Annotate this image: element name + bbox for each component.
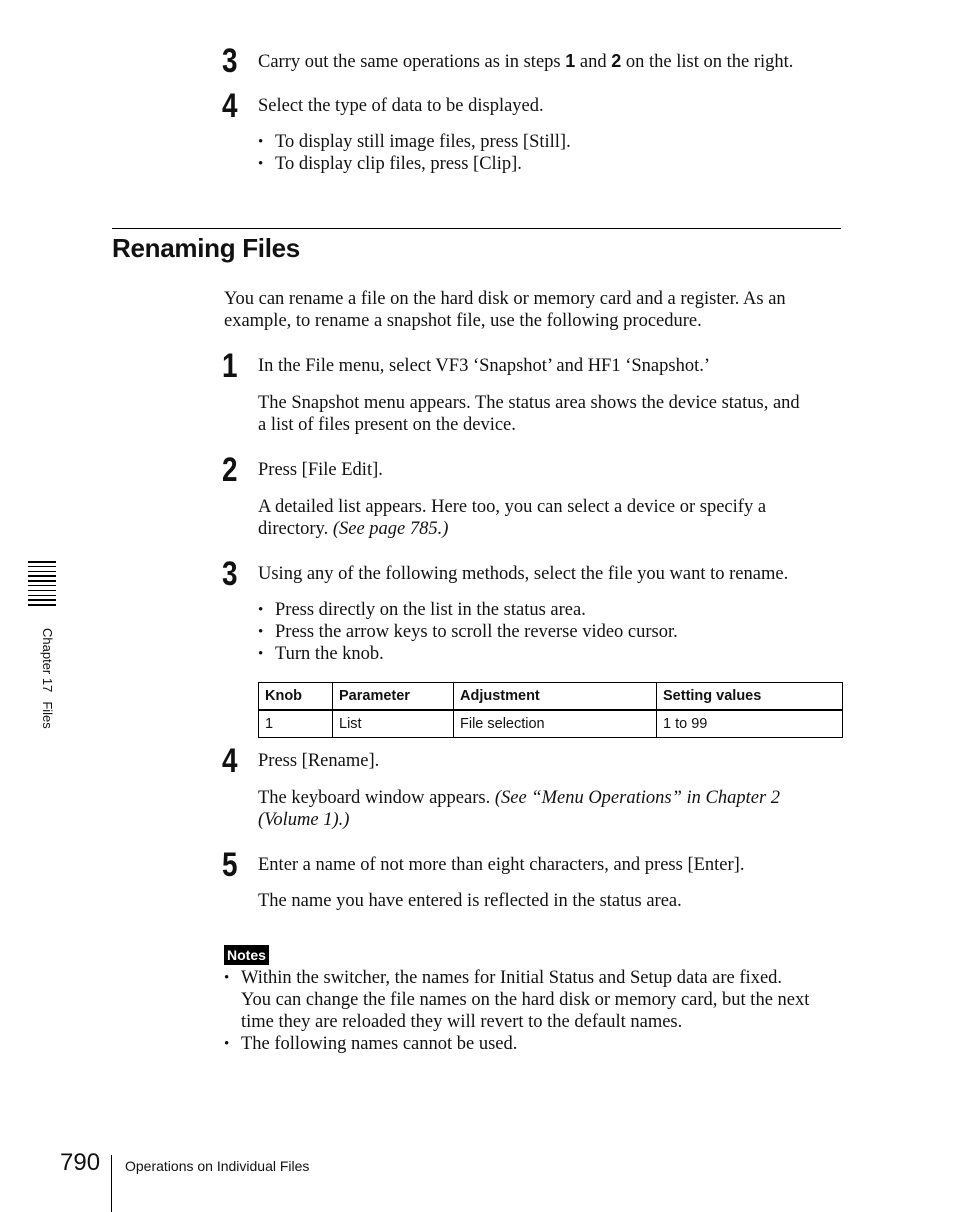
cross-reference: (See “Menu Operations” in Chapter 2 (494, 788, 781, 808)
step-1-detail: The Snapshot menu appears. The status ar… (258, 392, 848, 436)
cell-adjustment: File selection (453, 709, 657, 738)
step-2-detail: A detailed list appears. Here too, you c… (258, 496, 848, 540)
detail-line: directory. (See page 785.) (258, 518, 848, 540)
note-line: time they are reloaded they will revert … (241, 1012, 683, 1032)
detail-text: The keyboard window appears. (258, 788, 495, 808)
header-adjustment: Adjustment (453, 682, 657, 711)
step-text-part: on the list on the right. (621, 52, 794, 72)
detail-line: a list of files present on the device. (258, 415, 516, 435)
note-line: You can change the file names on the har… (241, 990, 810, 1010)
step-text: Using any of the following methods, sele… (258, 564, 789, 584)
intro-line: You can rename a file on the hard disk o… (224, 289, 786, 309)
chapter-thumb-index (28, 561, 56, 609)
table-header-row: Knob Parameter Adjustment Setting values (258, 682, 843, 711)
top-step-4-bullets: To display still image files, press [Sti… (258, 131, 571, 175)
bullet-item: To display still image files, press [Sti… (258, 131, 571, 153)
step-number: 3 (222, 555, 238, 593)
step-3-bullets: Press directly on the list in the status… (258, 599, 678, 665)
bullet-item: Turn the knob. (258, 643, 678, 665)
chapter-title: Files (40, 701, 55, 729)
chapter-number: Chapter 17 (40, 628, 55, 693)
step-number: 2 (222, 451, 238, 489)
step-text: Carry out the same operations as in step… (258, 50, 793, 73)
knob-table: Knob Parameter Adjustment Setting values… (258, 682, 843, 738)
step-number: 3 (222, 42, 238, 80)
detail-text: directory. (258, 519, 333, 539)
intro-line: example, to rename a snapshot file, use … (224, 311, 702, 331)
step-ref-2: 2 (611, 51, 622, 71)
footer-section-title: Operations on Individual Files (125, 1158, 310, 1174)
footer-divider (111, 1155, 112, 1212)
cell-setting-values: 1 to 99 (656, 709, 843, 738)
header-parameter: Parameter (332, 682, 454, 711)
step-5-detail: The name you have entered is reflected i… (258, 890, 848, 912)
notes-list: Within the switcher, the names for Initi… (224, 967, 844, 1055)
page-reference: (See page 785.) (332, 519, 449, 539)
bullet-item: To display clip files, press [Clip]. (258, 153, 571, 175)
step-text: Press [Rename]. (258, 751, 380, 771)
page-number: 790 (60, 1149, 101, 1176)
cell-parameter: List (332, 709, 454, 738)
section-intro: You can rename a file on the hard disk o… (224, 288, 844, 332)
bullet-item: Press the arrow keys to scroll the rever… (258, 621, 678, 643)
step-4-detail: The keyboard window appears. (See “Menu … (258, 787, 848, 831)
section-heading: Renaming Files (112, 233, 300, 263)
cell-knob: 1 (258, 709, 333, 738)
step-text: Select the type of data to be displayed. (258, 96, 544, 116)
step-text-part: and (575, 52, 612, 72)
note-line: The following names cannot be used. (241, 1034, 518, 1054)
step-text: Enter a name of not more than eight char… (258, 855, 745, 875)
step-number: 1 (222, 347, 238, 385)
detail-line: The name you have entered is reflected i… (258, 891, 682, 911)
bullet-item: Press directly on the list in the status… (258, 599, 678, 621)
header-setting-values: Setting values (656, 682, 843, 711)
step-number: 5 (222, 846, 238, 884)
step-number: 4 (222, 742, 238, 780)
chapter-side-label: Chapter 17 Files (40, 628, 55, 738)
table-row: 1 List File selection 1 to 99 (258, 709, 843, 738)
detail-line: A detailed list appears. Here too, you c… (258, 497, 767, 517)
step-text: Press [File Edit]. (258, 460, 383, 480)
step-text: In the File menu, select VF3 ‘Snapshot’ … (258, 356, 711, 376)
header-knob: Knob (258, 682, 333, 711)
step-ref-1: 1 (565, 51, 576, 71)
detail-line: The keyboard window appears. (See “Menu … (258, 787, 848, 809)
notes-badge: Notes (224, 945, 269, 965)
note-item: Within the switcher, the names for Initi… (224, 967, 844, 1033)
detail-line: (Volume 1).) (258, 809, 848, 831)
step-text-part: Carry out the same operations as in step… (258, 52, 566, 72)
detail-line: The Snapshot menu appears. The status ar… (258, 393, 800, 413)
note-item: The following names cannot be used. (224, 1033, 844, 1055)
cross-reference: (Volume 1).) (258, 810, 350, 830)
section-divider (112, 228, 841, 229)
note-line: Within the switcher, the names for Initi… (241, 968, 783, 988)
step-number: 4 (222, 87, 238, 125)
